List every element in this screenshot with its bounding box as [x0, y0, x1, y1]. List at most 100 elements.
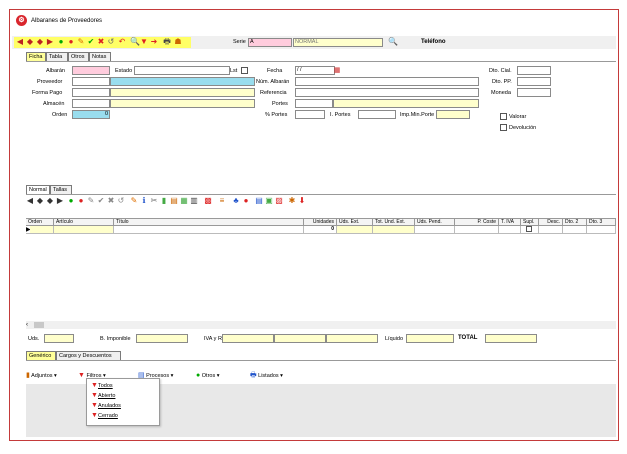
tab-notas[interactable]: Notas [89, 52, 111, 61]
col-uds-ext[interactable]: Uds. Ext. [337, 219, 373, 226]
cell-orden[interactable] [30, 226, 54, 233]
add-icon[interactable]: ● [57, 38, 65, 46]
num-albaran-input[interactable] [295, 77, 479, 86]
tab-ficha[interactable]: Ficha [26, 52, 46, 61]
last-record-icon[interactable]: ▶ [46, 38, 54, 46]
line-add-icon[interactable]: ● [67, 197, 75, 205]
tab-tabla[interactable]: Tabla [46, 52, 68, 61]
cell-articulo[interactable] [54, 226, 114, 233]
refresh-icon[interactable]: ↺ [107, 38, 115, 46]
search-icon[interactable]: 🔍 [130, 38, 140, 46]
calc-icon[interactable]: ▣ [265, 197, 273, 205]
line-edit-icon[interactable]: ✎ [87, 197, 95, 205]
menu-item-todos[interactable]: ▼Todos [91, 381, 113, 390]
line-undo-icon[interactable]: ↺ [117, 197, 125, 205]
col-uds-pend[interactable]: Uds. Pend. [415, 219, 455, 226]
cancel-icon[interactable]: ✖ [97, 38, 105, 46]
line-delete-icon[interactable]: ● [77, 197, 85, 205]
col-supl[interactable]: Supl. [521, 219, 539, 226]
col-tot-und-ext[interactable]: Tot. Und. Ext. [373, 219, 415, 226]
line-last-icon[interactable]: ▶ [56, 197, 64, 205]
almacen-code-input[interactable] [72, 99, 110, 108]
line-accept-icon[interactable]: ✔ [97, 197, 105, 205]
table-icon[interactable]: ▥ [190, 197, 198, 205]
estado-input[interactable] [134, 66, 230, 75]
line-notes-icon[interactable]: ✎ [130, 197, 138, 205]
cell-dto3[interactable] [587, 226, 616, 233]
moneda-input[interactable] [517, 88, 551, 97]
lst-checkbox[interactable] [241, 67, 248, 74]
col-dto3[interactable]: Dto. 3 [587, 219, 616, 226]
settings-icon[interactable]: ✱ [288, 197, 296, 205]
tab-cargos-descuentos[interactable]: Cargos y Descuentos [56, 351, 121, 360]
download-icon[interactable]: ⬇ [298, 197, 306, 205]
prev-record-icon[interactable]: ◆ [26, 38, 34, 46]
tab-generico[interactable]: Genérico [26, 351, 56, 360]
list-icon[interactable]: ≡ [218, 197, 226, 205]
col-dto2[interactable]: Dto. 2 [563, 219, 587, 226]
cell-p-coste[interactable] [455, 226, 499, 233]
cell-tot-und-ext[interactable] [373, 226, 415, 233]
calendar-icon[interactable]: ▦ [333, 67, 341, 75]
location-icon[interactable]: ● [242, 197, 250, 205]
grid-hscrollbar[interactable]: ‹ [26, 321, 616, 329]
pct-portes-input[interactable] [295, 110, 325, 119]
fecha-input[interactable]: / / [295, 66, 335, 75]
person-icon[interactable]: ♣ [232, 197, 240, 205]
portes-code-input[interactable] [295, 99, 333, 108]
line-cancel-icon[interactable]: ✖ [107, 197, 115, 205]
export-icon[interactable]: ➜ [150, 38, 158, 46]
tools-icon[interactable]: ✂ [150, 197, 158, 205]
edit-icon[interactable]: ✎ [77, 38, 85, 46]
col-titulo[interactable]: Título [114, 219, 304, 226]
tab-otros[interactable]: Otros [68, 52, 89, 61]
menu-item-cerrado[interactable]: ▼Cerrado [91, 411, 118, 420]
i-portes-input[interactable] [358, 110, 396, 119]
filter-icon[interactable]: ▼ [140, 38, 148, 46]
col-p-coste[interactable]: P. Coste [455, 219, 499, 226]
col-t-iva[interactable]: T. IVA [499, 219, 521, 226]
first-record-icon[interactable]: ◀ [16, 38, 24, 46]
line-first-icon[interactable]: ◀ [26, 197, 34, 205]
line-next-icon[interactable]: ◆ [46, 197, 54, 205]
scroll-left-icon[interactable]: ‹ [26, 321, 32, 329]
cell-unidades[interactable]: 0 [304, 226, 337, 233]
albaran-input[interactable] [72, 66, 110, 75]
line-prev-icon[interactable]: ◆ [36, 197, 44, 205]
listados-button[interactable]: 🖶 Listados ▾ [250, 371, 283, 381]
cell-desc[interactable] [539, 226, 563, 233]
serie-input[interactable]: A [248, 38, 292, 47]
serie-search-icon[interactable]: 🔍 [388, 38, 398, 46]
cell-titulo[interactable] [114, 226, 304, 233]
col-desc[interactable]: Desc. [539, 219, 563, 226]
pdf-icon[interactable]: ▨ [275, 197, 283, 205]
imp-min-porte-input[interactable] [436, 110, 470, 119]
accept-icon[interactable]: ✔ [87, 38, 95, 46]
barcode-icon[interactable]: ▮ [160, 197, 168, 205]
referencia-input[interactable] [295, 88, 479, 97]
cell-uds-ext[interactable] [337, 226, 373, 233]
tab-normal[interactable]: Normal [26, 185, 50, 194]
doc-icon[interactable]: ▤ [255, 197, 263, 205]
cell-supl[interactable] [521, 226, 539, 233]
cell-uds-pend[interactable] [415, 226, 455, 233]
undo-icon[interactable]: ↶ [118, 38, 126, 46]
orden-input[interactable]: 0 [72, 110, 110, 119]
dto-cial-input[interactable] [517, 66, 551, 75]
adjuntos-button[interactable]: ▮ Adjuntos ▾ [26, 371, 57, 381]
delete-icon[interactable]: ● [67, 38, 75, 46]
devolucion-checkbox[interactable] [500, 124, 507, 131]
print-icon[interactable]: 🖶 [163, 38, 171, 46]
col-orden[interactable]: Orden [26, 219, 54, 226]
cell-t-iva[interactable] [499, 226, 521, 233]
forma-pago-code-input[interactable] [72, 88, 110, 97]
grid-icon[interactable]: ▦ [180, 197, 188, 205]
otros-button[interactable]: ● Otros ▾ [196, 371, 220, 381]
tab-tallas[interactable]: Tallas [50, 185, 72, 194]
col-articulo[interactable]: Artículo [54, 219, 114, 226]
cell-dto2[interactable] [563, 226, 587, 233]
menu-item-anulados[interactable]: ▼Anulados [91, 401, 121, 410]
menu-item-abierto[interactable]: ▼Abierto [91, 391, 115, 400]
next-record-icon[interactable]: ◆ [36, 38, 44, 46]
proveedor-code-input[interactable] [72, 77, 110, 86]
